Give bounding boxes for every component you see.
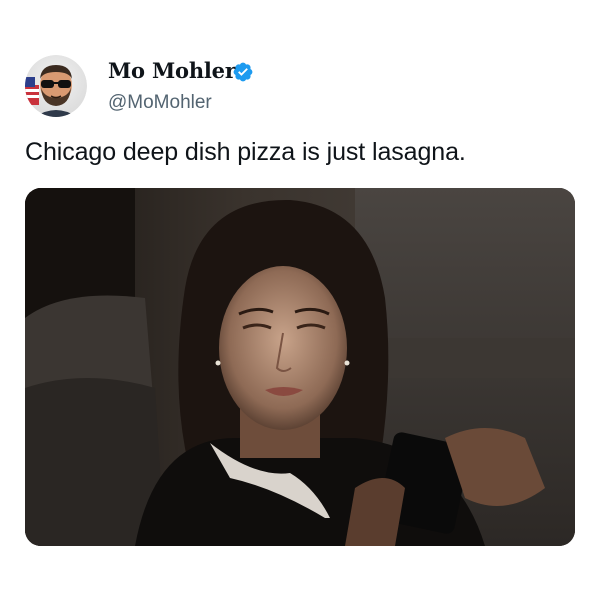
tweet-photo[interactable] (25, 188, 575, 546)
tweet-card[interactable]: Mo Mohler @MoMohler Chicago deep dish pi… (0, 0, 599, 599)
tweet-text: Chicago deep dish pizza is just lasagna. (25, 138, 466, 166)
author-avatar[interactable] (25, 55, 87, 117)
avatar-image (25, 55, 87, 117)
photo-woman-phone-image (25, 188, 575, 546)
author-display-name[interactable]: Mo Mohler (108, 58, 236, 83)
author-handle[interactable]: @MoMohler (108, 92, 212, 114)
verified-badge-icon (232, 61, 254, 83)
